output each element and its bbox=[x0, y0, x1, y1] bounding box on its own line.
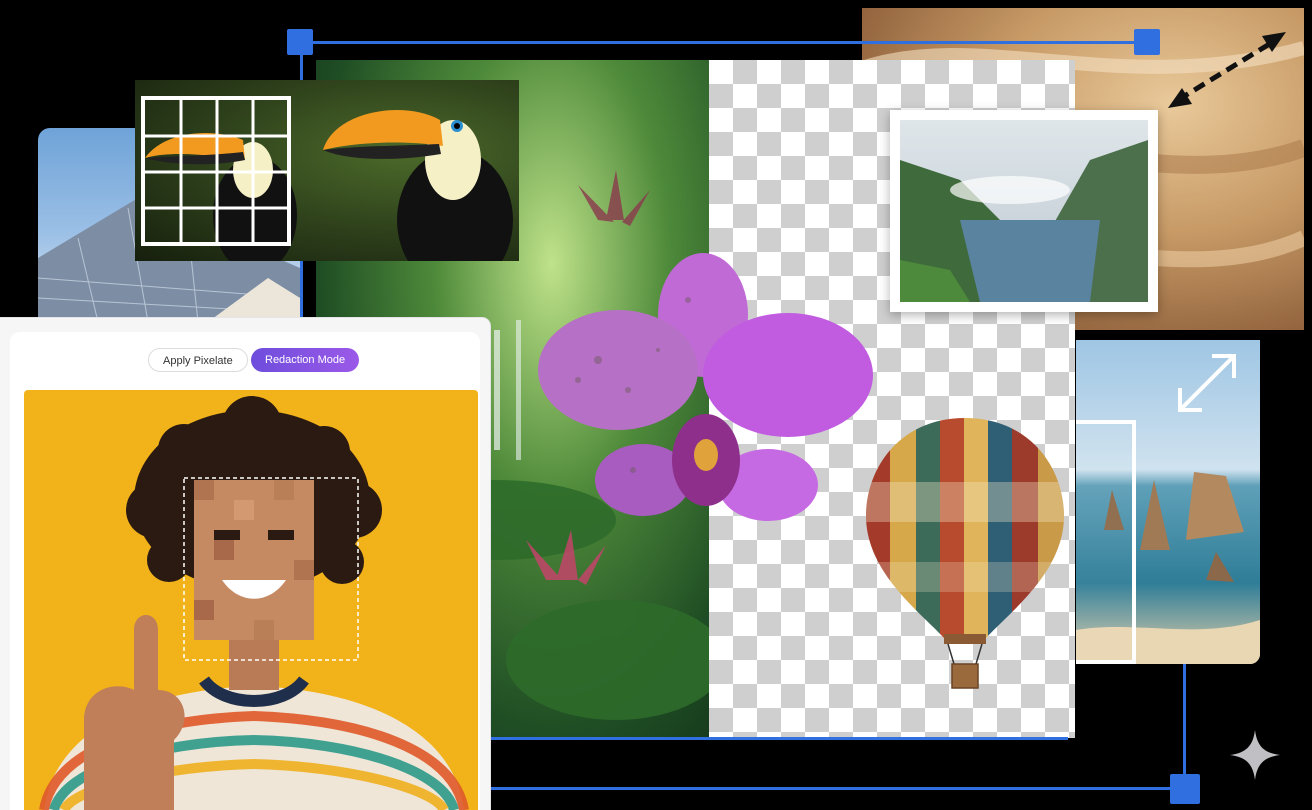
redaction-mode-button[interactable]: Redaction Mode bbox=[251, 348, 360, 372]
toucan-photo bbox=[135, 80, 519, 261]
fjord-photo bbox=[900, 120, 1148, 302]
resize-handle-top-left[interactable] bbox=[287, 29, 313, 55]
resize-handle-bottom-right[interactable] bbox=[1170, 774, 1200, 804]
jungle-bottom-line bbox=[490, 737, 1068, 740]
apply-pixelate-button[interactable]: Apply Pixelate bbox=[148, 348, 248, 372]
double-arrow-diagonal-icon[interactable] bbox=[1162, 26, 1292, 116]
coast-split-frame bbox=[1076, 420, 1136, 664]
selection-frame-bottom bbox=[490, 787, 1186, 790]
crop-grid[interactable] bbox=[141, 96, 291, 246]
coast-photo bbox=[1076, 340, 1260, 664]
redaction-selection-box[interactable] bbox=[184, 478, 358, 660]
resize-handle-top-right[interactable] bbox=[1134, 29, 1160, 55]
hot-air-balloon bbox=[866, 418, 1064, 689]
portrait-photo bbox=[24, 390, 478, 810]
fjord-photo-frame bbox=[890, 110, 1158, 312]
orchid-flower bbox=[538, 253, 873, 521]
expand-diagonal-icon[interactable] bbox=[1168, 344, 1248, 424]
sparkle-icon bbox=[1230, 730, 1280, 780]
redaction-editor-panel: Apply Pixelate Redaction Mode bbox=[0, 318, 490, 810]
selection-frame-top bbox=[300, 41, 1148, 44]
selection-frame-right bbox=[1183, 660, 1186, 790]
